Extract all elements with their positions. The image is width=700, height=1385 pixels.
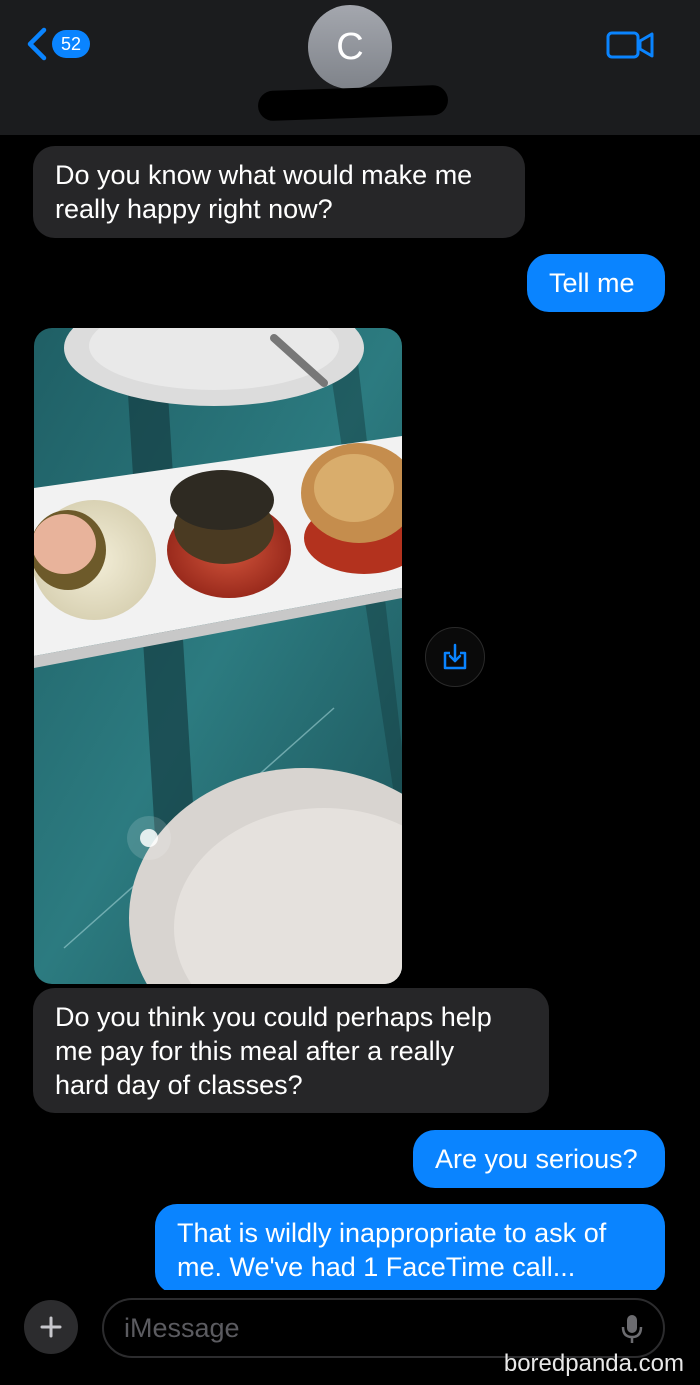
message-bubble-outgoing[interactable]: Tell me [527,254,665,312]
back-chevron-icon [27,27,47,61]
save-photo-button[interactable] [425,627,485,687]
video-camera-icon[interactable] [604,28,656,62]
photo-attachment[interactable] [34,328,402,984]
conversation-header: 52 C [0,0,700,135]
imessage-input[interactable]: iMessage [102,1298,665,1358]
message-bubble-outgoing[interactable]: That is wildly inappropriate to ask of m… [155,1204,665,1294]
contact-name-redacted [257,84,449,122]
contact-initial: C [336,25,364,68]
watermark: boredpanda.com [503,1350,684,1377]
imessage-placeholder: iMessage [124,1312,240,1343]
message-bubble-outgoing[interactable]: Are you serious? [413,1130,665,1188]
back-button[interactable]: 52 [22,24,90,64]
apps-plus-button[interactable] [24,1300,78,1354]
unread-count-badge: 52 [52,30,90,58]
message-bubble-incoming[interactable]: Do you think you could perhaps help me p… [33,988,549,1113]
contact-avatar[interactable]: C [308,5,392,89]
food-photo-image [34,328,402,984]
plus-icon [40,1316,62,1338]
message-bubble-incoming[interactable]: Do you know what would make me really ha… [33,146,525,238]
download-icon [443,643,467,670]
mic-icon[interactable] [621,1314,643,1344]
